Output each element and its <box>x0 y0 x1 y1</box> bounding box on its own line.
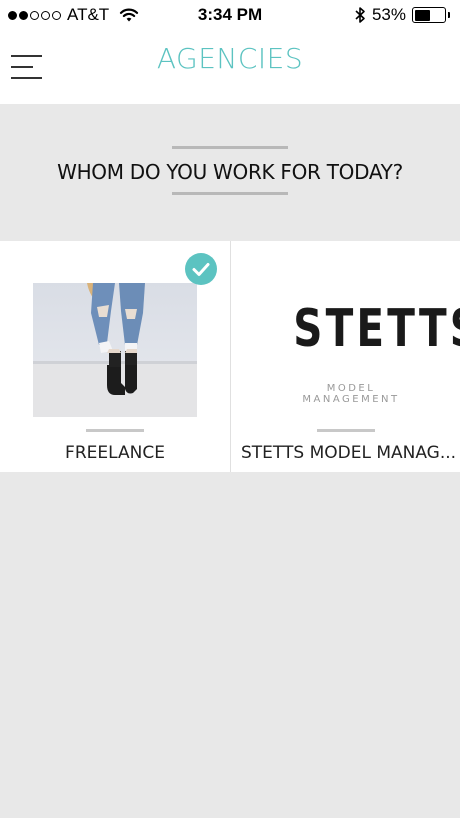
page-title: AGENCIES <box>156 42 304 75</box>
divider <box>172 146 288 149</box>
divider <box>317 429 375 432</box>
checkmark-icon <box>192 263 210 276</box>
prompt-section: WHOM DO YOU WORK FOR TODAY? <box>0 104 460 241</box>
stetts-logo: STETTS MODEL MANAGEMENT <box>277 295 460 405</box>
logo-wordmark: STETTS <box>293 299 460 359</box>
screen: AT&T 3:34 PM 53% AGENCIES WHOM DO YOU WO… <box>0 0 460 818</box>
divider <box>86 429 144 432</box>
status-bar: AT&T 3:34 PM 53% <box>0 0 460 30</box>
battery-tip <box>448 12 450 18</box>
battery-icon <box>412 7 446 23</box>
prompt-heading: WHOM DO YOU WORK FOR TODAY? <box>57 160 403 184</box>
agency-label: FREELANCE <box>65 443 165 463</box>
status-right: 53% <box>354 5 450 25</box>
agency-card-stetts[interactable]: STETTS MODEL MANAGEMENT STETTS MODEL MAN… <box>230 241 460 472</box>
jeans-boots-image <box>33 283 197 417</box>
nav-bar: AGENCIES <box>0 30 460 104</box>
divider <box>172 192 288 195</box>
bluetooth-icon <box>355 7 365 23</box>
agency-card-freelance[interactable]: FREELANCE <box>0 241 230 472</box>
agency-label: STETTS MODEL MANAG... <box>241 443 457 463</box>
freelance-photo <box>33 283 197 417</box>
battery-percent: 53% <box>371 5 406 24</box>
battery-fill <box>414 9 430 21</box>
logo-subtitle: MODEL MANAGEMENT <box>302 383 400 405</box>
selected-check-icon[interactable] <box>185 253 217 285</box>
menu-line <box>11 77 42 79</box>
agency-list: FREELANCE STETTS MODEL MANAGEMENT STETTS… <box>0 241 460 472</box>
